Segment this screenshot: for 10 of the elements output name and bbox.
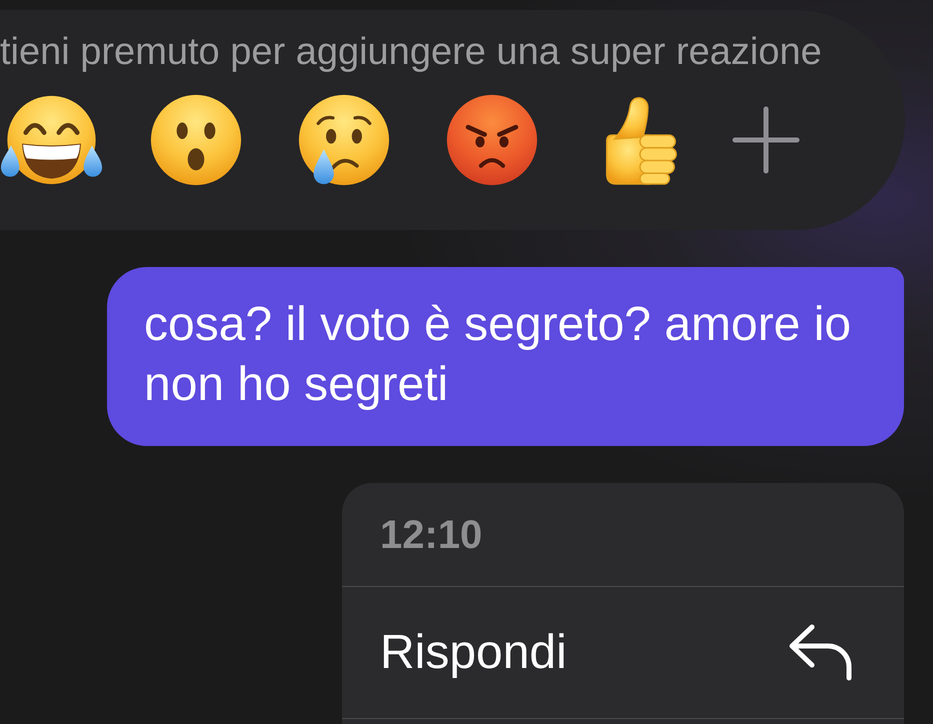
plus-icon[interactable]	[732, 106, 800, 174]
reply-icon	[788, 624, 852, 681]
crying-face-icon[interactable]	[298, 94, 390, 186]
laughing-face-icon[interactable]	[0, 94, 103, 186]
reaction-hint: tieni premuto per aggiungere una super reazione	[0, 30, 823, 74]
angry-face-icon[interactable]	[446, 94, 538, 186]
message-text: cosa? il voto è segreto? amore io non ho segreti	[144, 297, 852, 413]
message-time: 12:10	[380, 514, 482, 554]
reply-menu-item[interactable]: Rispondi	[342, 587, 904, 719]
surprised-face-icon[interactable]	[150, 94, 242, 186]
